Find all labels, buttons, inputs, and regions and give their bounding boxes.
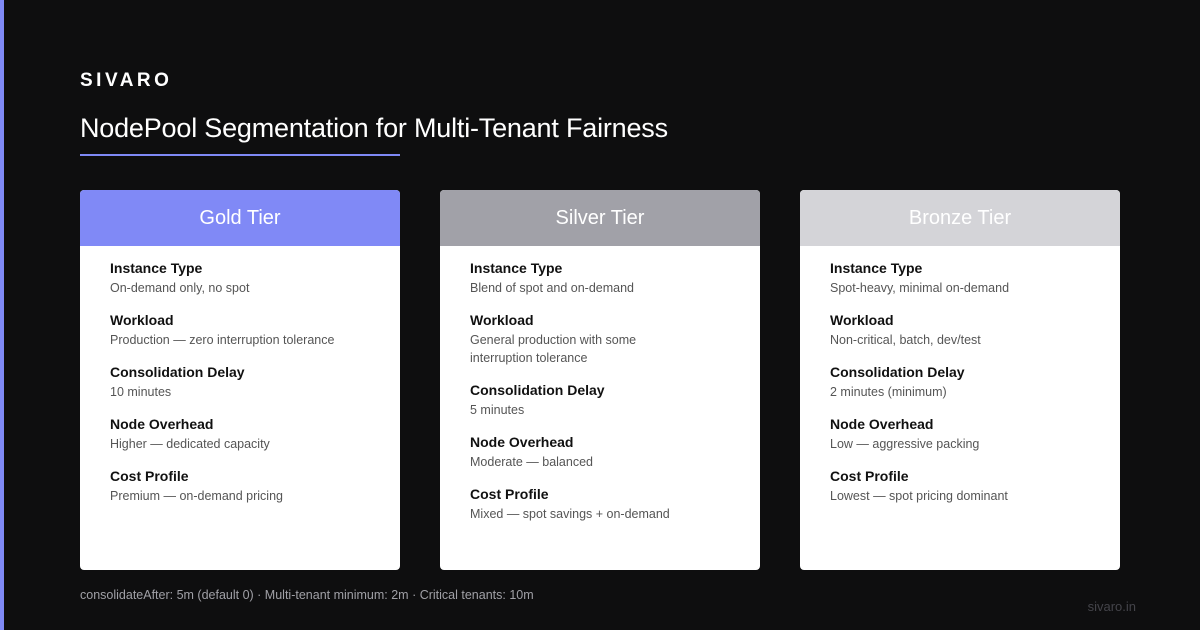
field-value: Premium — on-demand pricing (110, 489, 283, 503)
footer-note: consolidateAfter: 5m (default 0) · Multi… (80, 588, 534, 602)
field-node-overhead: Node Overhead Low — aggressive packing (830, 415, 1090, 453)
field-label: Node Overhead (830, 416, 934, 432)
field-node-overhead: Node Overhead Moderate — balanced (470, 433, 730, 471)
field-label: Cost Profile (470, 486, 549, 502)
field-value: Production — zero interruption tolerance (110, 333, 335, 347)
field-consolidation-delay: Consolidation Delay 10 minutes (110, 363, 370, 401)
field-consolidation-delay: Consolidation Delay 2 minutes (minimum) (830, 363, 1090, 401)
field-label: Cost Profile (110, 468, 189, 484)
field-instance-type: Instance Type On-demand only, no spot (110, 259, 370, 297)
field-workload: Workload Non-critical, batch, dev/test (830, 311, 1090, 349)
field-value: Spot-heavy, minimal on-demand (830, 281, 1010, 295)
field-label: Node Overhead (470, 434, 574, 450)
field-value: 5 minutes (470, 403, 525, 417)
field-cost-profile: Cost Profile Premium — on-demand pricing (110, 467, 370, 505)
field-value: General production with some interruptio… (470, 333, 637, 365)
page-title: NodePool Segmentation for Multi-Tenant F… (80, 113, 668, 143)
field-workload: Workload Production — zero interruption … (110, 311, 370, 349)
tier-card-header: Bronze Tier (800, 190, 1120, 246)
left-accent-bar (0, 0, 4, 630)
field-label: Consolidation Delay (830, 364, 965, 380)
tier-card-header: Gold Tier (80, 190, 400, 246)
field-label: Workload (110, 312, 174, 328)
field-consolidation-delay: Consolidation Delay 5 minutes (470, 381, 730, 419)
field-workload: Workload General production with some in… (470, 311, 730, 367)
tier-card-bronze: Bronze Tier Instance Type Spot-heavy, mi… (800, 190, 1120, 570)
field-instance-type: Instance Type Spot-heavy, minimal on-dem… (830, 259, 1090, 297)
field-value: Low — aggressive packing (830, 437, 980, 451)
field-value: Moderate — balanced (470, 455, 593, 469)
tier-card-silver: Silver Tier Instance Type Blend of spot … (440, 190, 760, 570)
field-value: Lowest — spot pricing dominant (830, 489, 1008, 503)
field-label: Workload (830, 312, 894, 328)
field-value: Higher — dedicated capacity (110, 437, 270, 451)
tier-card-header: Silver Tier (440, 190, 760, 246)
field-value: Blend of spot and on-demand (470, 281, 635, 295)
field-label: Cost Profile (830, 468, 909, 484)
field-value: 10 minutes (110, 385, 172, 399)
field-node-overhead: Node Overhead Higher — dedicated capacit… (110, 415, 370, 453)
field-value: Mixed — spot savings + on-demand (470, 507, 670, 521)
field-label: Consolidation Delay (110, 364, 245, 380)
field-instance-type: Instance Type Blend of spot and on-deman… (470, 259, 730, 297)
field-label: Node Overhead (110, 416, 214, 432)
field-label: Consolidation Delay (470, 382, 605, 398)
footer-url: sivaro.in (1087, 599, 1136, 614)
tier-card-gold: Gold Tier Instance Type On-demand only, … (80, 190, 400, 570)
field-cost-profile: Cost Profile Lowest — spot pricing domin… (830, 467, 1090, 505)
brand-logo: SIVARO (80, 70, 173, 91)
field-label: Instance Type (830, 260, 923, 276)
title-underline (80, 154, 400, 156)
field-label: Instance Type (470, 260, 563, 276)
field-value: On-demand only, no spot (110, 281, 250, 295)
field-value: Non-critical, batch, dev/test (830, 333, 981, 347)
field-value: 2 minutes (minimum) (830, 385, 947, 399)
field-cost-profile: Cost Profile Mixed — spot savings + on-d… (470, 485, 730, 523)
field-label: Instance Type (110, 260, 203, 276)
field-label: Workload (470, 312, 534, 328)
